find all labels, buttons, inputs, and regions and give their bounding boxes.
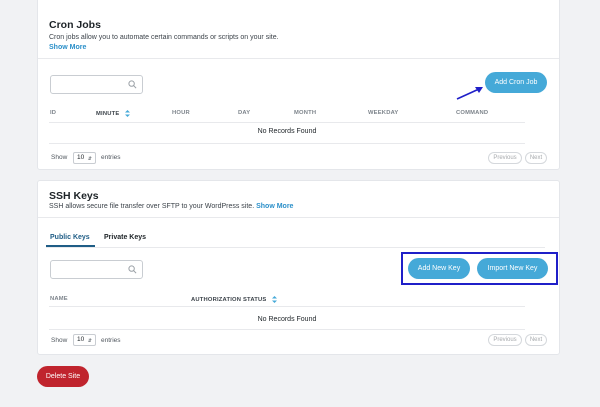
ssh-col-name: NAME (50, 296, 68, 302)
cron-jobs-title: Cron Jobs (49, 19, 101, 31)
ssh-previous-button[interactable]: Previous (488, 334, 522, 346)
cron-divider (38, 58, 559, 59)
pointer-arrow-icon (456, 87, 483, 100)
ssh-keys-card: SSH Keys SSH allows secure file transfer… (37, 180, 560, 355)
chevron-updown-icon: ⇵ (87, 338, 92, 344)
ssh-next-button[interactable]: Next (525, 334, 547, 346)
ssh-col-authorization-label: AUTHORIZATION STATUS (191, 297, 267, 304)
search-icon (128, 265, 137, 274)
chevron-updown-icon: ⇵ (87, 156, 92, 162)
cron-table-header-line (49, 122, 525, 123)
ssh-show-label: Show (51, 337, 68, 344)
cron-col-hour: HOUR (172, 110, 190, 116)
cron-col-id: ID (50, 110, 57, 116)
ssh-search-input[interactable] (50, 260, 143, 279)
ssh-show-more-link[interactable]: Show More (256, 203, 293, 210)
add-cron-job-button[interactable]: Add Cron Job (485, 72, 547, 93)
cron-entries-label: entries (101, 154, 121, 161)
sort-icon (125, 110, 131, 117)
cron-col-minute-label: MINUTE (96, 111, 120, 118)
import-new-key-button[interactable]: Import New Key (477, 258, 548, 279)
ssh-col-authorization-status[interactable]: AUTHORIZATION STATUS (191, 296, 278, 304)
cron-jobs-description: Cron jobs allow you to automate certain … (49, 34, 279, 41)
cron-show-more-link[interactable]: Show More (49, 44, 86, 51)
ssh-keys-description: SSH allows secure file transfer over SFT… (49, 203, 255, 210)
cron-col-weekday: WEEKDAY (368, 110, 399, 116)
ssh-entries-label: entries (101, 337, 121, 344)
ssh-keys-description-row: SSH allows secure file transfer over SFT… (49, 203, 293, 210)
cron-col-day: DAY (238, 110, 251, 116)
sort-icon (272, 296, 278, 303)
cron-next-button[interactable]: Next (525, 152, 547, 164)
cron-show-label: Show (51, 154, 68, 161)
ssh-table-footer-line (49, 329, 525, 330)
cron-page-size-value: 10 (77, 154, 85, 161)
ssh-divider (38, 217, 559, 218)
ssh-keys-title: SSH Keys (49, 190, 99, 202)
cron-empty-message: No Records Found (257, 128, 317, 135)
tab-public-keys[interactable]: Public Keys (50, 234, 90, 241)
search-icon (128, 80, 137, 89)
delete-site-button[interactable]: Delete Site (37, 366, 89, 387)
cron-col-command: COMMAND (456, 110, 489, 116)
tab-divider (46, 247, 545, 248)
cron-col-month: MONTH (294, 110, 317, 116)
cron-table-footer-line (49, 143, 525, 144)
cron-page-size-select[interactable]: 10 ⇵ (73, 152, 96, 164)
add-new-key-button[interactable]: Add New Key (408, 258, 470, 279)
ssh-page-size-value: 10 (77, 336, 85, 343)
cron-col-minute[interactable]: MINUTE (96, 110, 131, 118)
ssh-empty-message: No Records Found (257, 316, 317, 323)
ssh-table-header-line (49, 306, 525, 307)
ssh-page-size-select[interactable]: 10 ⇵ (73, 334, 96, 346)
cron-previous-button[interactable]: Previous (488, 152, 522, 164)
tab-private-keys[interactable]: Private Keys (104, 234, 146, 241)
cron-search-input[interactable] (50, 75, 143, 94)
